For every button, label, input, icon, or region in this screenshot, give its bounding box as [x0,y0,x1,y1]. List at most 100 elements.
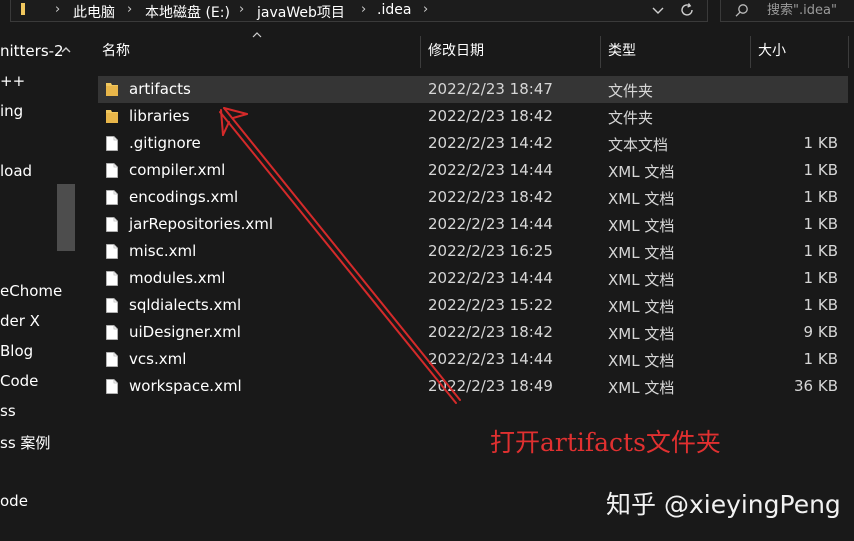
sidebar-item-17[interactable]: ode [0,492,28,514]
annotation-label: 打开artifacts文件夹 [490,428,721,457]
sidebar-scrollbar-thumb[interactable] [57,184,75,251]
sidebar-item-2[interactable]: ++ [0,72,25,94]
chevron-down-icon[interactable] [651,3,665,17]
sidebar-item-11[interactable]: der X [0,312,40,334]
file-size: 9 KB [803,323,838,341]
file-size: 1 KB [803,350,838,368]
file-row[interactable]: sqldialects.xml 2022/2/23 15:22 XML 文档 1 KB [98,292,848,319]
file-type: XML 文档 [608,352,675,370]
folder-icon [106,109,118,124]
chevron-up-icon[interactable] [60,44,72,56]
column-header-size[interactable]: 大小 [758,40,786,64]
file-row[interactable]: .gitignore 2022/2/23 14:42 文本文档 1 KB [98,130,848,157]
breadcrumb-this-pc[interactable]: 此电脑 [73,2,115,22]
file-size: 36 KB [794,377,838,395]
file-date: 2022/2/23 14:44 [428,350,553,368]
sidebar-item-15[interactable]: ss 案例 [0,432,50,454]
file-size: 1 KB [803,296,838,314]
file-icon [106,190,118,205]
file-type: 文件夹 [608,82,654,100]
file-name: compiler.xml [129,161,226,179]
file-icon [106,298,118,313]
file-type: XML 文档 [608,271,675,289]
file-icon [106,325,118,340]
navigation-pane: nitters-2 ++ ing load eChome der X Blog … [0,36,76,541]
file-type: XML 文档 [608,325,675,343]
file-name: libraries [129,107,190,125]
chevron-right-icon[interactable]: › [55,2,60,17]
address-bar[interactable]: › 此电脑 › 本地磁盘 (E:) › javaWeb项目 › .idea › [10,0,708,22]
file-row[interactable]: misc.xml 2022/2/23 16:25 XML 文档 1 KB [98,238,848,265]
refresh-icon[interactable] [679,2,695,18]
file-name: artifacts [129,80,191,98]
file-date: 2022/2/23 14:42 [428,134,553,152]
breadcrumb-javaweb-project[interactable]: javaWeb项目 [257,2,345,22]
file-name: workspace.xml [129,377,242,395]
file-date: 2022/2/23 14:44 [428,161,553,179]
search-icon [735,4,748,17]
column-divider[interactable] [600,36,601,68]
sidebar-item-13[interactable]: Code [0,372,38,394]
file-date: 2022/2/23 14:44 [428,215,553,233]
file-size: 1 KB [803,134,838,152]
chevron-right-icon[interactable]: › [239,2,244,17]
file-date: 2022/2/23 18:47 [428,80,553,98]
chevron-right-icon[interactable]: › [127,2,132,17]
file-row[interactable]: compiler.xml 2022/2/23 14:44 XML 文档 1 KB [98,157,848,184]
file-icon [106,163,118,178]
file-date: 2022/2/23 18:49 [428,377,553,395]
search-input[interactable] [767,1,851,19]
column-divider[interactable] [750,36,751,68]
file-icon [106,352,118,367]
file-row[interactable]: workspace.xml 2022/2/23 18:49 XML 文档 36 KB [98,373,848,400]
file-row[interactable]: uiDesigner.xml 2022/2/23 18:42 XML 文档 9 KB [98,319,848,346]
file-date: 2022/2/23 15:22 [428,296,553,314]
file-size: 1 KB [803,242,838,260]
file-type: XML 文档 [608,379,675,397]
chevron-right-icon[interactable]: › [361,2,366,17]
file-type: XML 文档 [608,217,675,235]
title-bar: › 此电脑 › 本地磁盘 (E:) › javaWeb项目 › .idea › [0,0,854,24]
file-name: encodings.xml [129,188,239,206]
file-size: 1 KB [803,161,838,179]
file-date: 2022/2/23 18:42 [428,107,553,125]
file-row[interactable]: jarRepositories.xml 2022/2/23 14:44 XML 文档… [98,211,848,238]
sidebar-item-5[interactable]: load [0,162,32,184]
file-row[interactable]: encodings.xml 2022/2/23 18:42 XML 文档 1 KB [98,184,848,211]
file-date: 2022/2/23 18:42 [428,188,553,206]
breadcrumb-idea[interactable]: .idea [377,2,411,18]
column-header-type[interactable]: 类型 [608,40,636,64]
file-row[interactable]: modules.xml 2022/2/23 14:44 XML 文档 1 KB [98,265,848,292]
file-name: vcs.xml [129,350,187,368]
file-name: jarRepositories.xml [129,215,274,233]
sidebar-item-10[interactable]: eChome [0,282,62,304]
breadcrumb-local-disk[interactable]: 本地磁盘 (E:) [145,2,230,22]
file-size: 1 KB [803,188,838,206]
file-type: XML 文档 [608,298,675,316]
file-icon [106,271,118,286]
sidebar-item-3[interactable]: ing [0,102,23,124]
column-divider[interactable] [420,36,421,68]
column-divider[interactable] [848,36,849,68]
file-size: 1 KB [803,215,838,233]
file-icon [106,244,118,259]
file-date: 2022/2/23 18:42 [428,323,553,341]
file-date: 2022/2/23 16:25 [428,242,553,260]
file-row[interactable]: vcs.xml 2022/2/23 14:44 XML 文档 1 KB [98,346,848,373]
file-list: 名称 修改日期 类型 大小 artifacts 2022/2/23 18:47 文件… [76,32,854,541]
watermark: 知乎 @xieyingPeng [606,490,841,519]
search-box[interactable] [720,0,854,22]
file-name: modules.xml [129,269,226,287]
sidebar-item-1[interactable]: nitters-2 [0,42,64,64]
folder-icon [106,82,118,97]
column-header-date[interactable]: 修改日期 [428,40,484,64]
file-type: 文本文档 [608,136,669,154]
file-type: XML 文档 [608,163,675,181]
chevron-right-icon[interactable]: › [423,2,428,17]
sidebar-item-14[interactable]: ss [0,402,16,424]
file-row[interactable]: libraries 2022/2/23 18:42 文件夹 [98,103,848,130]
file-type: XML 文档 [608,190,675,208]
column-header-name[interactable]: 名称 [102,40,130,64]
file-row[interactable]: artifacts 2022/2/23 18:47 文件夹 [98,76,848,103]
sidebar-item-12[interactable]: Blog [0,342,33,364]
